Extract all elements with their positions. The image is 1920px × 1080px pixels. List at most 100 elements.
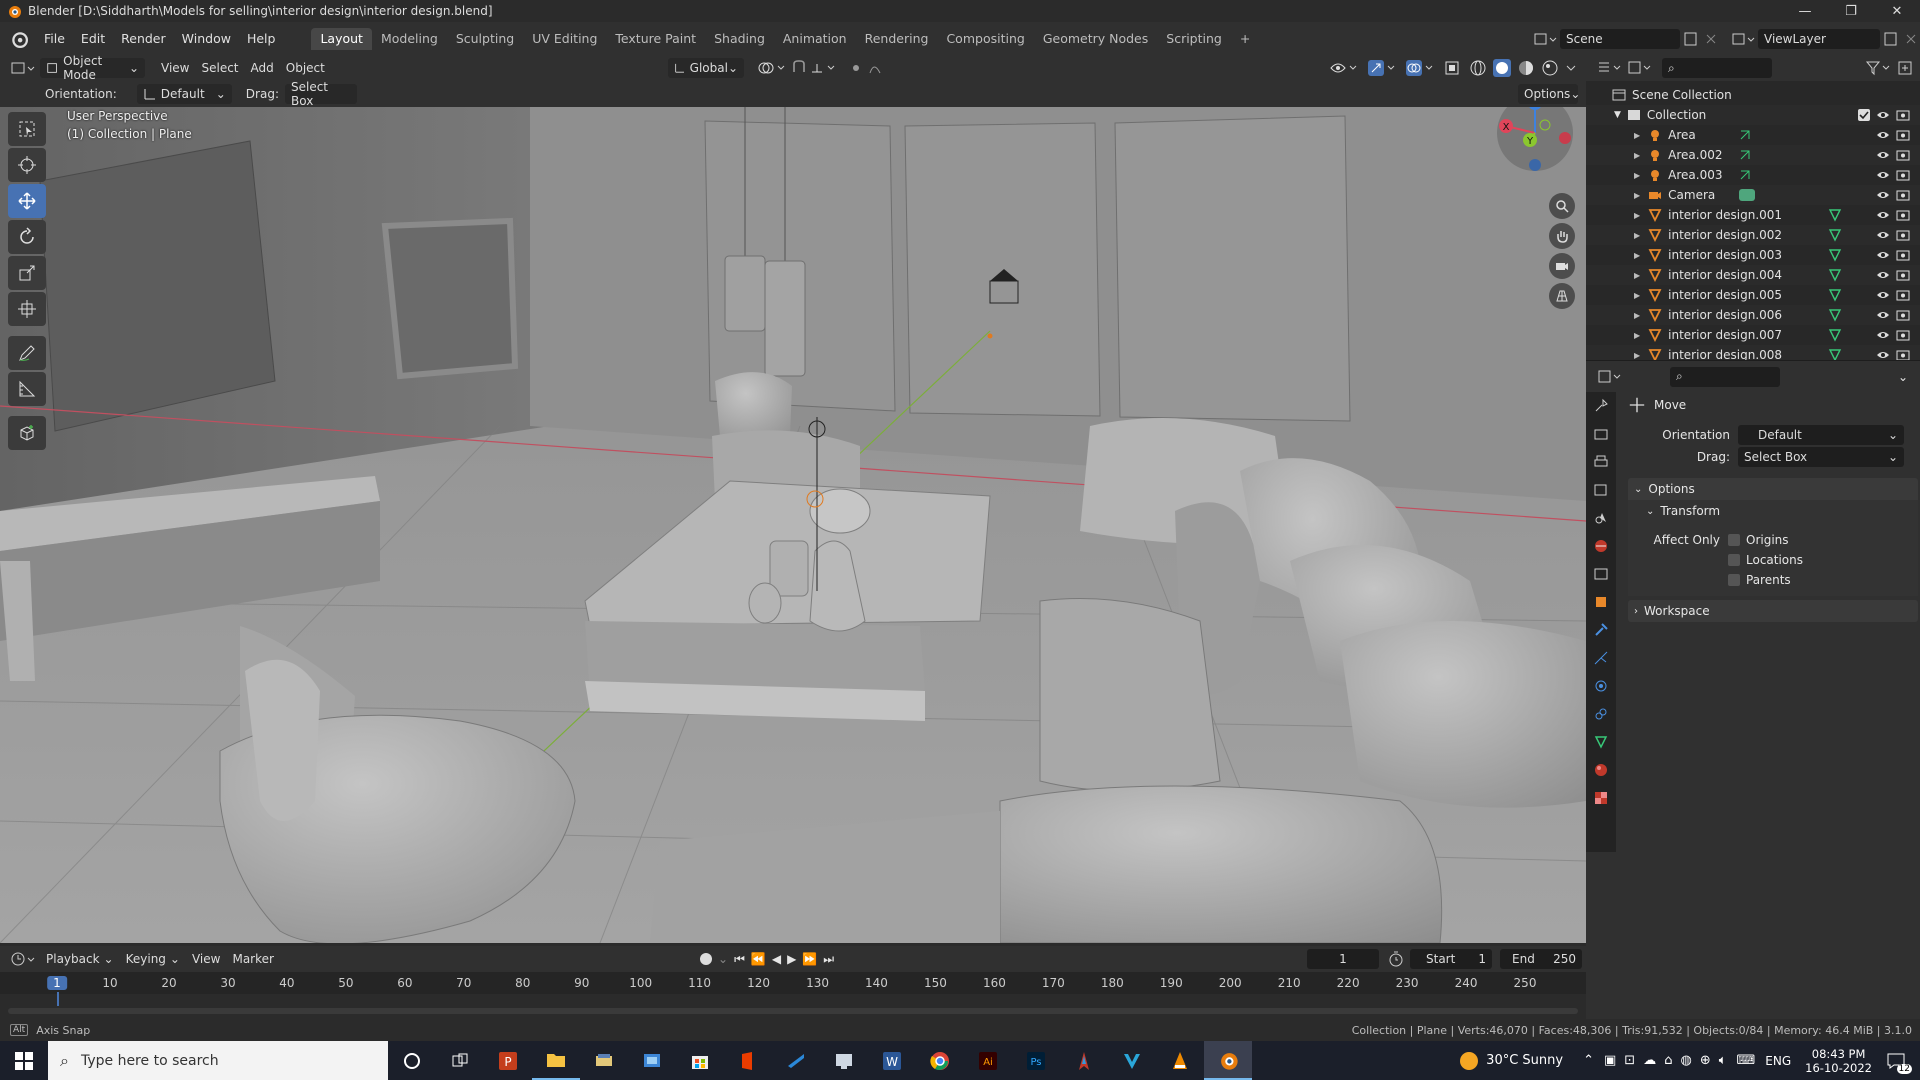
- jump-end-icon[interactable]: ⏭: [823, 952, 834, 967]
- tab-tool[interactable]: [1586, 392, 1616, 420]
- chevron-down-icon[interactable]: ⌄: [718, 952, 728, 966]
- render-camera-icon[interactable]: [1896, 149, 1910, 161]
- expand-arrow-icon[interactable]: ▶: [1634, 251, 1640, 260]
- gizmos-icon[interactable]: [1366, 58, 1400, 78]
- tab-scripting[interactable]: Scripting: [1157, 28, 1231, 50]
- delete-scene-icon[interactable]: [1702, 30, 1720, 48]
- outliner-item[interactable]: ▶ Camera: [1586, 185, 1920, 205]
- delete-view-layer-icon[interactable]: [1902, 30, 1920, 48]
- mesh-data-icon[interactable]: [1828, 228, 1842, 242]
- minimize-icon[interactable]: —: [1782, 0, 1828, 22]
- select-box-tool[interactable]: [8, 112, 46, 146]
- tab-object-data[interactable]: [1586, 728, 1616, 756]
- illustrator-icon[interactable]: Ai: [964, 1041, 1012, 1080]
- menu-marker[interactable]: Marker: [226, 949, 279, 969]
- options-panel-header[interactable]: ⌄ Options: [1628, 478, 1918, 500]
- control-panel-icon[interactable]: [628, 1041, 676, 1080]
- menu-file[interactable]: File: [36, 28, 73, 50]
- start-frame-field[interactable]: Start 1: [1410, 949, 1492, 969]
- meet-now-icon[interactable]: ◍: [1680, 1053, 1691, 1068]
- previous-keyframe-icon[interactable]: ⏪: [751, 952, 766, 966]
- expand-arrow-icon[interactable]: ▶: [1634, 151, 1640, 160]
- record-icon[interactable]: [700, 953, 712, 965]
- solid-shading-icon[interactable]: [1492, 58, 1512, 78]
- new-view-layer-icon[interactable]: [1880, 30, 1902, 48]
- menu-select[interactable]: Select: [195, 58, 244, 78]
- expand-arrow-icon[interactable]: ▶: [1634, 211, 1640, 220]
- perspective-grid-icon[interactable]: [1549, 283, 1575, 309]
- file-explorer-icon[interactable]: [532, 1041, 580, 1080]
- outliner-item[interactable]: ▶ interior design.002: [1586, 225, 1920, 245]
- workspace-panel-header[interactable]: › Workspace: [1628, 600, 1918, 622]
- menu-add[interactable]: Add: [245, 58, 280, 78]
- render-camera-icon[interactable]: [1896, 269, 1910, 281]
- shading-options-icon[interactable]: [1564, 58, 1578, 78]
- stopwatch-icon[interactable]: [1386, 949, 1406, 969]
- microsoft-store-icon[interactable]: [676, 1041, 724, 1080]
- cloud-icon[interactable]: ☁: [1643, 1053, 1656, 1068]
- expand-arrow-icon[interactable]: ▶: [1634, 171, 1640, 180]
- tab-output[interactable]: [1586, 448, 1616, 476]
- menu-timeline-view[interactable]: View: [186, 949, 226, 969]
- tab-material[interactable]: [1586, 756, 1616, 784]
- tab-object[interactable]: [1586, 588, 1616, 616]
- mesh-data-icon[interactable]: [1828, 268, 1842, 282]
- scene-icon[interactable]: [1532, 30, 1560, 48]
- new-collection-icon[interactable]: [1896, 58, 1916, 78]
- pivot-point-icon[interactable]: [754, 58, 790, 78]
- vlc-icon[interactable]: [1156, 1041, 1204, 1080]
- mesh-data-icon[interactable]: [1828, 308, 1842, 322]
- eye-icon[interactable]: [1876, 189, 1890, 201]
- drag-dropdown[interactable]: Select Box: [284, 80, 357, 108]
- light-data-icon[interactable]: [1738, 128, 1752, 142]
- mode-dropdown[interactable]: Object Mode ⌄: [40, 54, 145, 82]
- menu-playback[interactable]: Playback ⌄: [40, 949, 120, 969]
- outliner-item[interactable]: ▶ Area.003: [1586, 165, 1920, 185]
- zoom-icon[interactable]: [1549, 193, 1575, 219]
- app-window-icon[interactable]: [772, 1041, 820, 1080]
- show-hidden-icons-icon[interactable]: ⌃: [1583, 1053, 1594, 1068]
- tab-world[interactable]: [1586, 532, 1616, 560]
- tab-modeling[interactable]: Modeling: [372, 28, 447, 50]
- play-icon[interactable]: ▶: [787, 952, 796, 966]
- properties-drag-dropdown[interactable]: Select Box ⌄: [1738, 447, 1904, 467]
- notification-center-icon[interactable]: 12: [1886, 1052, 1912, 1074]
- options-dropdown[interactable]: Options ⌄: [1518, 84, 1580, 104]
- outliner-item[interactable]: ▶ interior design.006: [1586, 305, 1920, 325]
- render-camera-icon[interactable]: [1896, 169, 1910, 181]
- eye-icon[interactable]: [1876, 229, 1890, 241]
- camera-view-icon[interactable]: [1549, 253, 1575, 279]
- tab-constraints[interactable]: [1586, 700, 1616, 728]
- eye-icon[interactable]: [1876, 169, 1890, 181]
- keyboard-icon[interactable]: ⌨: [1737, 1053, 1756, 1068]
- frame-ruler[interactable]: 1 10 20 30 40 50 60 70 80 90 100 110 120 130 140 150 160…: [0, 972, 1586, 1006]
- blender-taskbar-icon[interactable]: [1204, 1041, 1252, 1080]
- annotate-tool[interactable]: [8, 336, 46, 370]
- weather-sun-icon[interactable]: [1460, 1051, 1479, 1070]
- transform-tool[interactable]: [8, 292, 46, 326]
- expand-arrow-icon[interactable]: ▶: [1634, 191, 1640, 200]
- expand-arrow-icon[interactable]: ▶: [1634, 311, 1640, 320]
- network-icon[interactable]: ⊕: [1700, 1053, 1711, 1068]
- tab-physics[interactable]: [1586, 672, 1616, 700]
- proportional-editing-icon[interactable]: [848, 58, 892, 78]
- outliner-item[interactable]: ▶ Area.002: [1586, 145, 1920, 165]
- snap-icon[interactable]: [790, 58, 840, 78]
- eye-icon[interactable]: [1876, 209, 1890, 221]
- weather-text[interactable]: 30°C Sunny: [1486, 1053, 1563, 1068]
- clock[interactable]: 08:43 PM 16-10-2022: [1805, 1047, 1872, 1075]
- tray-app-2-icon[interactable]: ⊡: [1624, 1053, 1635, 1068]
- eye-icon[interactable]: [1876, 309, 1890, 321]
- properties-editor-type-icon[interactable]: [1596, 367, 1626, 387]
- mesh-data-icon[interactable]: [1828, 248, 1842, 262]
- vectary-icon[interactable]: [1108, 1041, 1156, 1080]
- windows-start-icon[interactable]: [0, 1041, 48, 1080]
- jump-start-icon[interactable]: ⏮: [734, 952, 745, 967]
- render-camera-icon[interactable]: [1896, 309, 1910, 321]
- tab-scene[interactable]: [1586, 504, 1616, 532]
- volume-icon[interactable]: 🔈︎: [1719, 1053, 1727, 1068]
- menu-edit[interactable]: Edit: [73, 28, 113, 50]
- outliner-item[interactable]: ▶ interior design.001: [1586, 205, 1920, 225]
- overlays-icon[interactable]: [1404, 58, 1438, 78]
- expand-arrow-icon[interactable]: ▶: [1634, 131, 1640, 140]
